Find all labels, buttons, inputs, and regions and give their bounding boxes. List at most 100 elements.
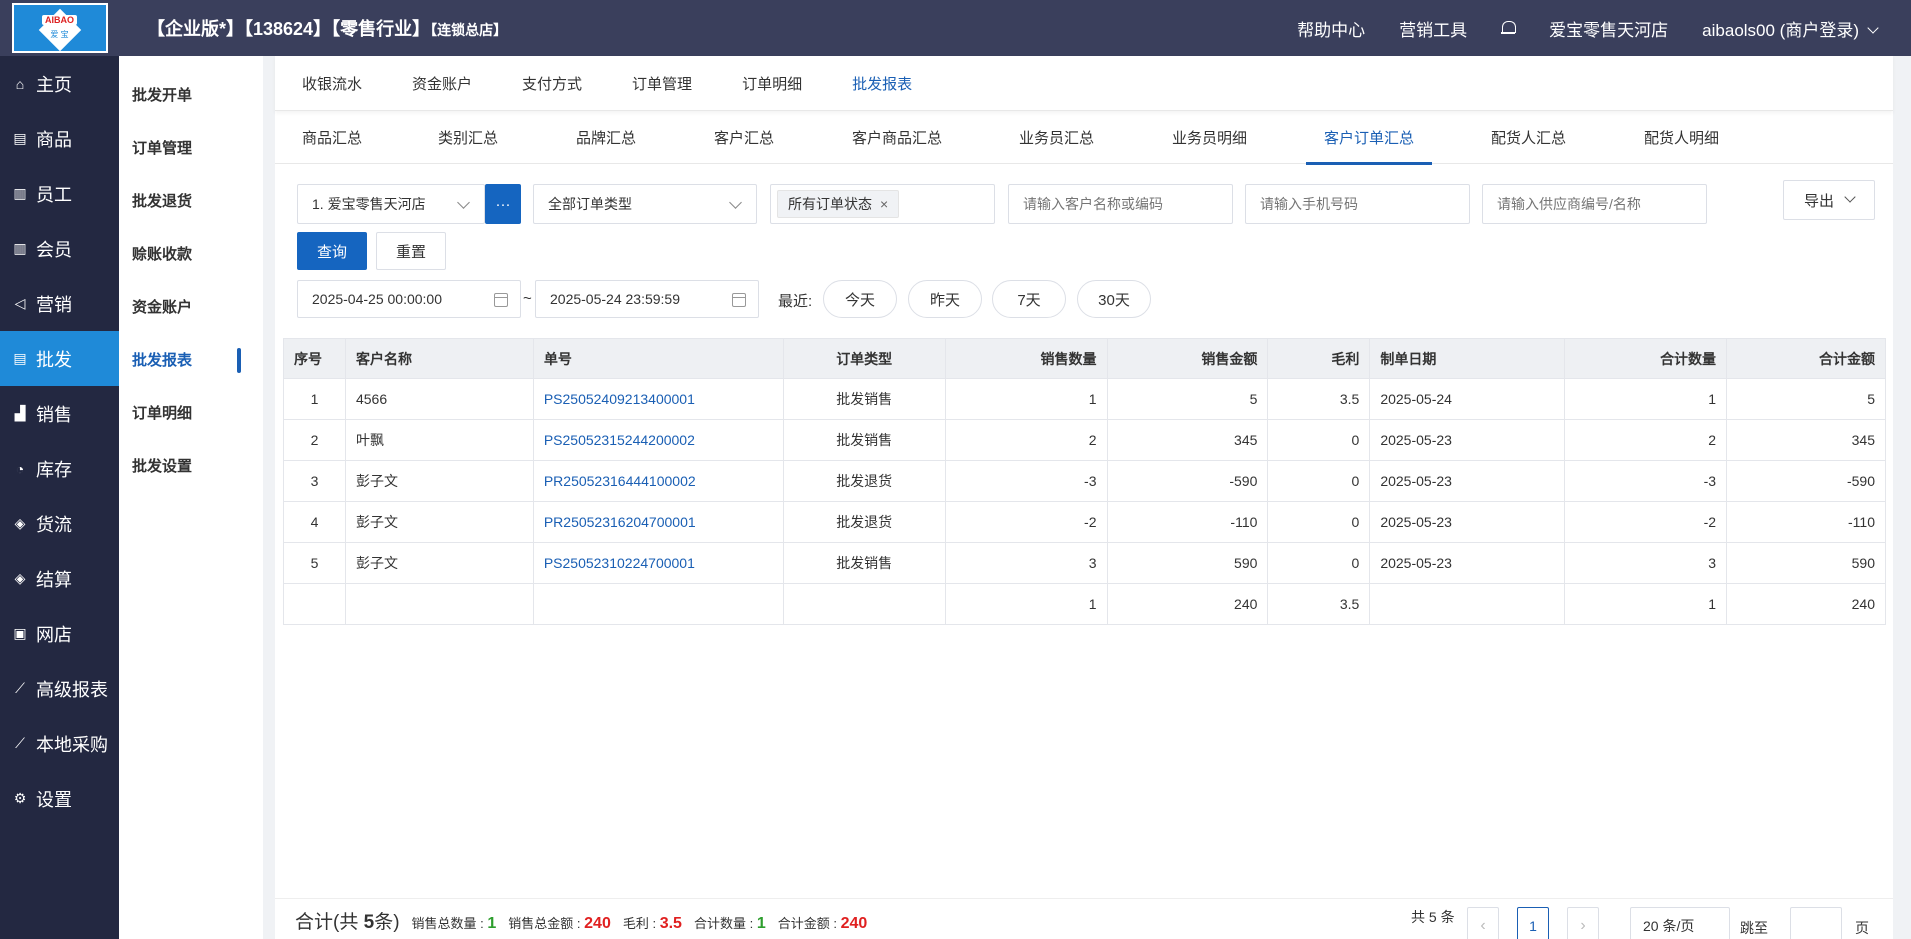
nav-item-report[interactable]: ⟋ 高级报表 <box>0 661 119 716</box>
chevron-down-icon <box>729 196 742 209</box>
date-to-input[interactable]: 2025-05-24 23:59:59 <box>535 280 759 318</box>
tab-customer-goods-summary[interactable]: 客户商品汇总 <box>852 112 942 164</box>
col-date[interactable]: 制单日期 <box>1369 338 1566 379</box>
table-row[interactable]: 3 彭子文 PR25052316444100002 批发退货 -3 -590 0… <box>283 460 1886 502</box>
nav-item-sales[interactable]: ▟ 销售 <box>0 386 119 441</box>
tab-wholesale-report[interactable]: 批发报表 <box>852 73 912 94</box>
tab-order-manage[interactable]: 订单管理 <box>632 73 692 94</box>
subnav-item-create-order[interactable]: 批发开单 <box>119 68 263 121</box>
subnav-item-return[interactable]: 批发退货 <box>119 174 263 227</box>
tab-goods-summary[interactable]: 商品汇总 <box>302 112 362 164</box>
order-no-link[interactable]: PS25052310224700001 <box>532 542 784 584</box>
jump-page-input[interactable] <box>1790 907 1842 939</box>
table-row[interactable]: 2 叶飘 PS25052315244200002 批发销售 2 345 0 20… <box>283 419 1886 461</box>
nav-item-purchase[interactable]: ⟋ 本地采购 <box>0 716 119 771</box>
nav-item-staff[interactable]: ▥ 员工 <box>0 166 119 221</box>
tab-cash-flow[interactable]: 收银流水 <box>302 73 362 94</box>
cell-total-qty: 3 <box>1564 542 1728 584</box>
help-center-link[interactable]: 帮助中心 <box>1297 16 1365 41</box>
table-row[interactable]: 4 彭子文 PR25052316204700001 批发退货 -2 -110 0… <box>283 501 1886 543</box>
nav-item-wholesale[interactable]: ▤ 批发 <box>0 331 119 386</box>
tab-salesman-detail[interactable]: 业务员明细 <box>1172 112 1247 164</box>
order-no-link[interactable]: PS25052315244200002 <box>532 419 784 461</box>
order-no-link[interactable]: PR25052316204700001 <box>532 501 784 543</box>
subnav-item-fund[interactable]: 资金账户 <box>119 280 263 333</box>
query-button[interactable]: 查询 <box>297 232 367 270</box>
chevron-down-icon <box>1867 21 1879 34</box>
tab-payment[interactable]: 支付方式 <box>522 73 582 94</box>
quick-yesterday-button[interactable]: 昨天 <box>908 280 982 318</box>
bell-icon[interactable] <box>1501 20 1517 36</box>
page-1-button[interactable]: 1 <box>1517 907 1549 939</box>
top-tabs: 收银流水 资金账户 支付方式 订单管理 订单明细 批发报表 <box>275 56 1893 111</box>
tab-salesman-summary[interactable]: 业务员汇总 <box>1019 112 1094 164</box>
col-profit[interactable]: 毛利 <box>1267 338 1371 379</box>
table-row[interactable]: 1 4566 PS25052409213400001 批发销售 1 5 3.5 … <box>283 378 1886 420</box>
subnav-item-report[interactable]: 批发报表 <box>119 333 263 386</box>
tab-customer-order-summary[interactable]: 客户订单汇总 <box>1305 112 1433 165</box>
subnav-item-settings[interactable]: 批发设置 <box>119 439 263 492</box>
col-order-type[interactable]: 订单类型 <box>782 338 946 379</box>
marketing-tools-link[interactable]: 营销工具 <box>1399 16 1467 41</box>
nav-item-member[interactable]: ▥ 会员 <box>0 221 119 276</box>
tab-category-summary[interactable]: 类别汇总 <box>438 112 498 164</box>
date-from-input[interactable]: 2025-04-25 00:00:00 <box>297 280 521 318</box>
subnav-item-order-manage[interactable]: 订单管理 <box>119 121 263 174</box>
nav-item-shop[interactable]: ▣ 网店 <box>0 606 119 661</box>
tab-brand-summary[interactable]: 品牌汇总 <box>576 112 636 164</box>
reset-button[interactable]: 重置 <box>376 232 446 270</box>
total-profit: 3.5 <box>1267 583 1371 625</box>
col-total-amount[interactable]: 合计金额 <box>1726 338 1886 379</box>
customer-input[interactable] <box>1008 184 1233 224</box>
prev-page-button[interactable]: ‹ <box>1467 907 1499 939</box>
tab-order-detail[interactable]: 订单明细 <box>742 73 802 94</box>
order-type-select[interactable]: 全部订单类型 <box>533 184 757 224</box>
col-index[interactable]: 序号 <box>283 338 346 379</box>
user-menu[interactable]: aibaols00 (商户登录) <box>1702 16 1879 41</box>
order-no-link[interactable]: PR25052316444100002 <box>532 460 784 502</box>
tab-customer-summary[interactable]: 客户汇总 <box>714 112 774 164</box>
export-button[interactable]: 导出 <box>1783 180 1875 220</box>
nav-item-marketing[interactable]: ◁ 营销 <box>0 276 119 331</box>
supplier-input[interactable] <box>1482 184 1707 224</box>
subnav-item-credit[interactable]: 赊账收款 <box>119 227 263 280</box>
page-size-select[interactable]: 20 条/页 <box>1630 907 1730 939</box>
nav-item-settings[interactable]: ⚙ 设置 <box>0 771 119 826</box>
quick-today-button[interactable]: 今天 <box>823 280 897 318</box>
phone-input[interactable] <box>1245 184 1470 224</box>
tab-picker-summary[interactable]: 配货人汇总 <box>1491 112 1566 164</box>
col-customer[interactable]: 客户名称 <box>344 338 534 379</box>
next-page-button[interactable]: › <box>1567 907 1599 939</box>
cell-date: 2025-05-23 <box>1369 501 1566 543</box>
col-total-qty[interactable]: 合计数量 <box>1564 338 1728 379</box>
cell-index: 4 <box>283 501 346 543</box>
nav-label: 主页 <box>36 74 72 95</box>
cell-profit: 3.5 <box>1267 378 1371 420</box>
nav-item-home[interactable]: ⌂ 主页 <box>0 56 119 111</box>
col-sales-amount[interactable]: 销售金额 <box>1106 338 1269 379</box>
logo[interactable]: AIBAO 爱 宝 <box>0 0 119 56</box>
nav-item-stock[interactable]: ◔ 库存 <box>0 441 119 496</box>
order-status-select[interactable]: 所有订单状态 × <box>770 184 995 224</box>
close-icon[interactable]: × <box>880 196 888 212</box>
subnav-item-order-detail[interactable]: 订单明细 <box>119 386 263 439</box>
cell-order-type: 批发退货 <box>782 501 946 543</box>
store-select[interactable]: 1. 爱宝零售天河店 <box>297 184 485 224</box>
tab-fund-account[interactable]: 资金账户 <box>412 73 472 94</box>
table-row[interactable]: 5 彭子文 PS25052310224700001 批发销售 3 590 0 2… <box>283 542 1886 584</box>
col-sales-qty[interactable]: 销售数量 <box>944 338 1108 379</box>
nav-item-settle[interactable]: ◈ 结算 <box>0 551 119 606</box>
tab-picker-detail[interactable]: 配货人明细 <box>1644 112 1719 164</box>
user-name: aibaols00 (商户登录) <box>1702 20 1859 40</box>
store-more-button[interactable]: ··· <box>485 184 521 224</box>
nav-item-goods[interactable]: ▤ 商品 <box>0 111 119 166</box>
chevron-right-icon: › <box>1580 917 1586 934</box>
order-no-link[interactable]: PS25052409213400001 <box>532 378 784 420</box>
store-name[interactable]: 爱宝零售天河店 <box>1549 16 1668 41</box>
nav-label: 高级报表 <box>36 679 108 700</box>
col-order-no[interactable]: 单号 <box>532 338 784 379</box>
cell-sales-qty: -3 <box>944 460 1108 502</box>
nav-item-flow[interactable]: ◈ 货流 <box>0 496 119 551</box>
quick-30days-button[interactable]: 30天 <box>1077 280 1151 318</box>
quick-7days-button[interactable]: 7天 <box>992 280 1066 318</box>
